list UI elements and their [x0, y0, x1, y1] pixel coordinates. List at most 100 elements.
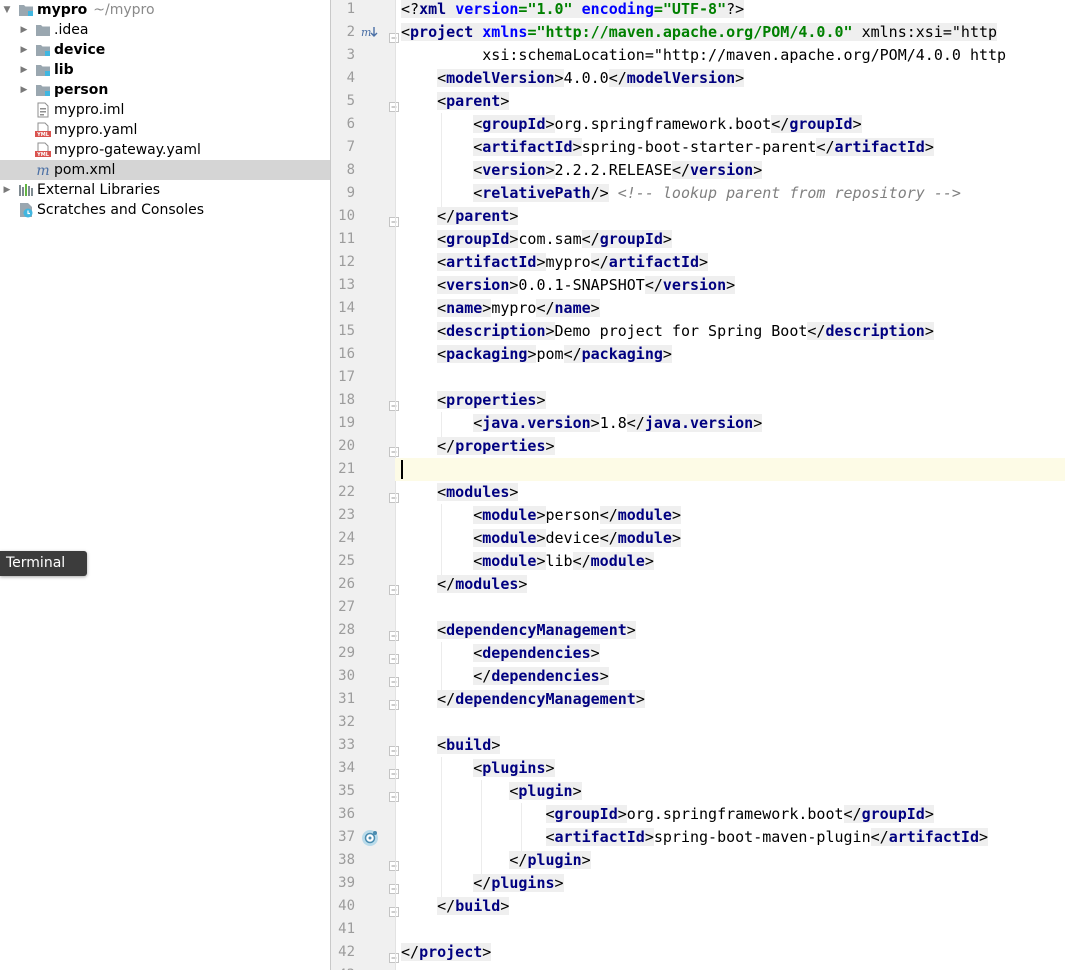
fold-marker-icon[interactable] [389, 879, 399, 894]
maven-navigate-icon[interactable]: m [361, 24, 379, 44]
tree-item-idea[interactable]: ▶ .idea [0, 20, 330, 40]
fold-marker-icon[interactable] [389, 787, 399, 802]
code-line[interactable]: <parent> [401, 90, 510, 113]
line-number[interactable]: 40 [331, 895, 355, 918]
code-line[interactable]: </plugins> [401, 872, 564, 895]
code-line[interactable]: </parent> [401, 205, 519, 228]
fold-marker-icon[interactable] [389, 741, 399, 756]
line-number[interactable]: 39 [331, 872, 355, 895]
line-number[interactable]: 3 [331, 44, 355, 67]
code-line[interactable]: <relativePath/> <!-- lookup parent from … [401, 182, 961, 205]
tree-item-scratches-and-consoles[interactable]: Scratches and Consoles [0, 200, 330, 220]
tree-item-person[interactable]: ▶ person [0, 80, 330, 100]
code-line[interactable]: <name>mypro</name> [401, 297, 600, 320]
line-number[interactable]: 36 [331, 803, 355, 826]
fold-marker-icon[interactable] [389, 695, 399, 710]
collapse-arrow-icon[interactable]: ▶ [19, 40, 29, 60]
code-line[interactable]: <dependencies> [401, 642, 600, 665]
code-line[interactable]: <groupId>org.springframework.boot</group… [401, 803, 934, 826]
code-line[interactable]: <module>person</module> [401, 504, 681, 527]
code-line[interactable]: <build> [401, 734, 501, 757]
code-editor[interactable]: 1 2 3 4 5 6 7 8 9 10 11 12 13 14 15 16 17 18 19 20 21 22 23 24 2… [331, 0, 1065, 970]
editor-gutter[interactable]: 1 2 3 4 5 6 7 8 9 10 11 12 13 14 15 16 17 18 19 20 21 22 23 24 2… [331, 0, 399, 970]
code-line[interactable]: </project> [401, 941, 492, 964]
code-line[interactable]: <artifactId>mypro</artifactId> [401, 251, 709, 274]
fold-marker-icon[interactable] [389, 948, 399, 963]
line-number[interactable]: 26 [331, 573, 355, 596]
line-number[interactable]: 6 [331, 113, 355, 136]
code-line[interactable]: <module>lib</module> [401, 550, 654, 573]
line-number[interactable]: 24 [331, 527, 355, 550]
line-number[interactable]: 15 [331, 320, 355, 343]
code-line[interactable]: <groupId>org.springframework.boot</group… [401, 113, 862, 136]
line-number[interactable]: 27 [331, 596, 355, 619]
line-number[interactable]: 5 [331, 90, 355, 113]
fold-marker-icon[interactable] [389, 28, 399, 43]
line-number[interactable]: 4 [331, 67, 355, 90]
code-line[interactable]: <modules> [401, 481, 519, 504]
line-number[interactable]: 25 [331, 550, 355, 573]
code-line[interactable]: </properties> [401, 435, 555, 458]
line-number[interactable]: 31 [331, 688, 355, 711]
tree-item-mypro-iml[interactable]: mypro.iml [0, 100, 330, 120]
fold-marker-icon[interactable] [389, 97, 399, 112]
line-number[interactable]: 1 [331, 0, 355, 21]
code-line[interactable]: <properties> [401, 389, 546, 412]
collapse-arrow-icon[interactable]: ▶ [2, 180, 12, 200]
line-number[interactable]: 37 [331, 826, 355, 849]
collapse-arrow-icon[interactable]: ▶ [19, 20, 29, 40]
collapse-arrow-icon[interactable]: ▶ [19, 80, 29, 100]
line-number[interactable]: 43 [331, 964, 355, 970]
code-line[interactable]: </dependencyManagement> [401, 688, 645, 711]
line-number[interactable]: 38 [331, 849, 355, 872]
collapse-arrow-icon[interactable]: ▶ [19, 60, 29, 80]
line-number[interactable]: 2 [331, 21, 355, 44]
line-number[interactable]: 29 [331, 642, 355, 665]
fold-marker-icon[interactable] [389, 442, 399, 457]
line-number[interactable]: 20 [331, 435, 355, 458]
line-number[interactable]: 9 [331, 182, 355, 205]
tree-item-device[interactable]: ▶ device [0, 40, 330, 60]
code-line[interactable]: <modelVersion>4.0.0</modelVersion> [401, 67, 745, 90]
fold-marker-icon[interactable] [389, 396, 399, 411]
fold-marker-icon[interactable] [389, 212, 399, 227]
fold-marker-icon[interactable] [389, 902, 399, 917]
tree-item-mypro-yaml[interactable]: YML mypro.yaml [0, 120, 330, 140]
line-number[interactable]: 33 [331, 734, 355, 757]
code-line[interactable]: <project xmlns="http://maven.apache.org/… [401, 21, 998, 44]
line-number[interactable]: 11 [331, 228, 355, 251]
fold-marker-icon[interactable] [389, 626, 399, 641]
line-number[interactable]: 10 [331, 205, 355, 228]
fold-marker-icon[interactable] [389, 856, 399, 871]
code-line[interactable]: <artifactId>spring-boot-maven-plugin</ar… [401, 826, 989, 849]
line-number[interactable]: 12 [331, 251, 355, 274]
line-number[interactable]: 19 [331, 412, 355, 435]
tree-item-lib[interactable]: ▶ lib [0, 60, 330, 80]
code-line[interactable]: <description>Demo project for Spring Boo… [401, 320, 934, 343]
line-number[interactable]: 13 [331, 274, 355, 297]
line-number[interactable]: 34 [331, 757, 355, 780]
code-line[interactable]: </build> [401, 895, 510, 918]
line-number[interactable]: 21 [331, 458, 355, 481]
line-number[interactable]: 14 [331, 297, 355, 320]
fold-marker-icon[interactable] [389, 488, 399, 503]
line-number[interactable]: 16 [331, 343, 355, 366]
line-number[interactable]: 23 [331, 504, 355, 527]
code-line[interactable]: <artifactId>spring-boot-starter-parent</… [401, 136, 934, 159]
fold-marker-icon[interactable] [389, 672, 399, 687]
tree-item-external-libraries[interactable]: ▶ External Libraries [0, 180, 330, 200]
tree-item-mypro-gateway-yaml[interactable]: YML mypro-gateway.yaml [0, 140, 330, 160]
tree-item-mypro[interactable]: ▼ mypro ~/mypro [0, 0, 330, 20]
code-line[interactable]: <?xml version="1.0" encoding="UTF-8"?> [401, 0, 745, 21]
fold-marker-icon[interactable] [389, 580, 399, 595]
code-line[interactable]: </modules> [401, 573, 528, 596]
line-number[interactable]: 7 [331, 136, 355, 159]
fold-marker-icon[interactable] [389, 764, 399, 779]
line-number[interactable]: 18 [331, 389, 355, 412]
line-number[interactable]: 8 [331, 159, 355, 182]
line-number[interactable]: 32 [331, 711, 355, 734]
code-line[interactable]: xsi:schemaLocation="http://maven.apache.… [401, 44, 1006, 67]
line-number[interactable]: 41 [331, 918, 355, 941]
line-number[interactable]: 42 [331, 941, 355, 964]
code-line[interactable]: </plugin> [401, 849, 591, 872]
